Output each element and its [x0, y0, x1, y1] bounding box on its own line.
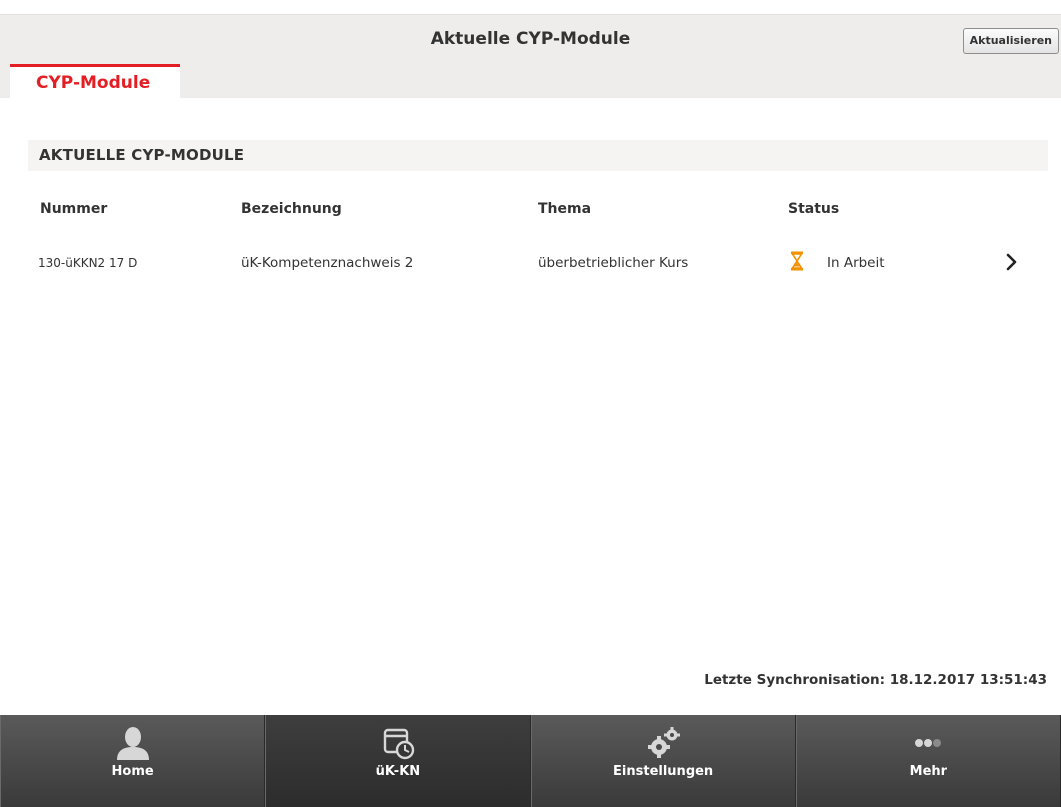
sync-status: Letzte Synchronisation: 18.12.2017 13:51… [704, 672, 1047, 688]
row-thema: überbetrieblicher Kurs [538, 255, 689, 271]
chevron-right-icon[interactable] [1004, 252, 1018, 272]
person-icon [116, 727, 149, 760]
column-header-nummer: Nummer [40, 201, 108, 217]
nav-label-einstellungen: Einstellungen [613, 764, 714, 779]
column-header-thema: Thema [538, 201, 592, 217]
tab-cyp-module[interactable]: CYP-Module [10, 64, 180, 98]
top-strip [0, 0, 1061, 14]
section-title: AKTUELLE CYP-MODULE [39, 146, 245, 164]
gears-icon [648, 727, 681, 758]
section-header: AKTUELLE CYP-MODULE [28, 140, 1048, 171]
column-header-bezeichnung: Bezeichnung [241, 201, 342, 217]
nav-label-uek-kn: üK-KN [375, 764, 421, 779]
calendar-clock-icon [383, 728, 415, 760]
row-bezeichnung: üK-Kompetenznachweis 2 [241, 255, 414, 271]
hourglass-icon [791, 251, 803, 271]
nav-item-mehr[interactable]: Mehr [795, 715, 1061, 807]
bottom-nav: Home üK-KN Einstellungen Mehr [0, 715, 1061, 807]
tab-bar: CYP-Module [0, 64, 1061, 98]
page-title: Aktuelle CYP-Module [430, 29, 631, 49]
nav-label-mehr: Mehr [909, 764, 948, 779]
row-nummer: 130-üKKN2 17 D [38, 256, 138, 270]
more-dots-icon [915, 739, 942, 747]
nav-item-home[interactable]: Home [0, 715, 266, 807]
nav-label-home: Home [111, 764, 154, 779]
nav-item-einstellungen[interactable]: Einstellungen [530, 715, 796, 807]
refresh-button[interactable]: Aktualisieren [962, 28, 1059, 54]
nav-item-uek-kn[interactable]: üK-KN [265, 715, 531, 807]
header-bar: Aktuelle CYP-Module Aktualisieren [0, 14, 1061, 68]
row-status: In Arbeit [827, 255, 885, 271]
column-header-status: Status [788, 201, 840, 217]
tab-label: CYP-Module [36, 73, 151, 93]
